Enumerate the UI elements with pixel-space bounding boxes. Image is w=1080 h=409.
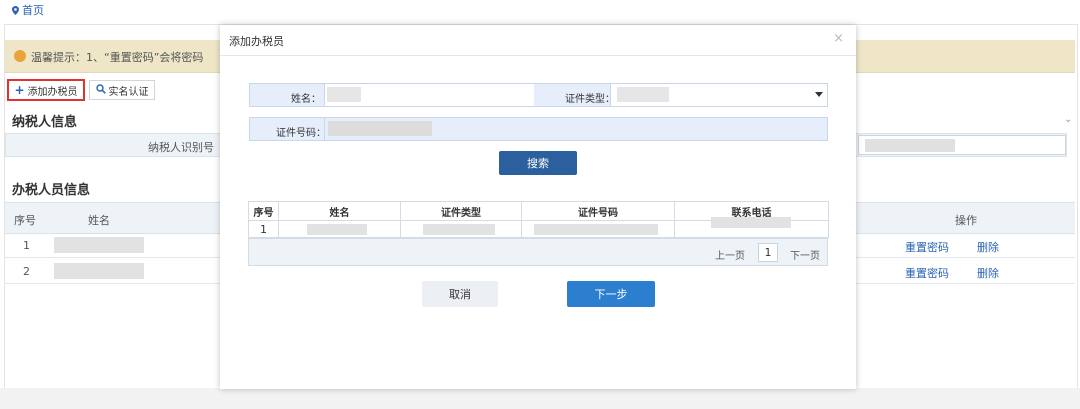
- doc-number-label: 证件号码：: [276, 128, 326, 139]
- search-icon: [95, 83, 106, 97]
- doc-number-row: 证件号码：: [249, 117, 828, 141]
- dialog-title: 添加办税员: [229, 35, 284, 48]
- add-staff-label: 添加办税员: [27, 86, 78, 98]
- dialog-header: 添加办税员 ×: [220, 25, 856, 56]
- col-doc-type: 证件类型: [400, 201, 522, 221]
- redacted-name: [54, 237, 144, 253]
- pagination: 上一页 1 下一页: [248, 238, 828, 266]
- staff-section-title: 办税人员信息: [12, 183, 91, 198]
- current-page[interactable]: 1: [758, 243, 778, 262]
- location-pin-icon: [12, 5, 19, 15]
- name-label: 姓名：: [291, 94, 321, 105]
- col-doc-number: 证件号码: [521, 201, 675, 221]
- real-name-auth-label: 实名认证: [108, 86, 149, 98]
- row-seq: 1: [248, 220, 279, 238]
- add-staff-dialog: 添加办税员 × 姓名： 证件类型： 证件号码： 搜索 序号 姓名 证件类型 证件…: [220, 25, 856, 389]
- close-icon[interactable]: ×: [833, 31, 844, 46]
- warning-icon: [14, 50, 26, 62]
- redacted-name: [54, 263, 144, 279]
- cancel-button[interactable]: 取消: [422, 281, 498, 307]
- next-step-button[interactable]: 下一步: [567, 281, 655, 307]
- redacted-value: [865, 139, 955, 152]
- redacted-value: [534, 224, 658, 235]
- redacted-value: [423, 224, 495, 235]
- reset-password-link[interactable]: 重置密码: [905, 265, 949, 281]
- doc-number-input[interactable]: [324, 118, 827, 140]
- row-name: [278, 220, 401, 238]
- name-input[interactable]: [324, 84, 534, 106]
- col-name: 姓名: [278, 201, 401, 221]
- col-name: 姓名: [88, 214, 110, 227]
- redacted-value: [307, 224, 367, 235]
- caret-down-icon: [815, 88, 823, 101]
- top-bar: 首页: [0, 0, 1080, 22]
- plus-icon: +: [14, 83, 25, 97]
- table-row[interactable]: 1: [248, 217, 829, 238]
- redacted-doc-number: [328, 121, 432, 136]
- prev-page-link[interactable]: 上一页: [715, 247, 745, 262]
- search-button[interactable]: 搜索: [499, 151, 577, 175]
- col-seq: 序号: [14, 214, 36, 227]
- doc-type-label: 证件类型：: [565, 94, 615, 105]
- notice-text: 温馨提示：1、“重置密码”会将密码: [31, 51, 204, 64]
- delete-link[interactable]: 删除: [977, 265, 999, 281]
- row-doc-number: [521, 220, 675, 238]
- delete-link[interactable]: 删除: [977, 239, 999, 255]
- home-link[interactable]: 首页: [12, 2, 44, 18]
- row-doc-type: [400, 220, 522, 238]
- redacted-doc-type: [617, 87, 669, 102]
- row-phone: [674, 217, 829, 238]
- next-page-link[interactable]: 下一页: [790, 247, 820, 262]
- real-name-auth-button[interactable]: 实名认证: [89, 80, 155, 100]
- row-seq: 1: [23, 239, 30, 252]
- add-staff-button[interactable]: + 添加办税员: [7, 79, 85, 101]
- doc-type-select[interactable]: [610, 84, 827, 106]
- bottom-strip: [0, 388, 1080, 409]
- home-label: 首页: [22, 4, 44, 17]
- chevron-down-icon[interactable]: ⌄: [1064, 114, 1072, 125]
- redacted-value: [711, 217, 791, 228]
- redacted-name-value: [327, 87, 361, 102]
- col-seq: 序号: [248, 201, 279, 221]
- name-doctype-row: 姓名： 证件类型：: [249, 83, 828, 107]
- result-table: 序号 姓名 证件类型 证件号码 联系电话 1: [248, 201, 829, 238]
- taxpayer-id-value: [858, 135, 1066, 155]
- row-seq: 2: [23, 265, 30, 278]
- taxpayer-id-label: 纳税人识别号: [148, 141, 214, 154]
- col-ops: 操作: [955, 214, 977, 227]
- taxpayer-section-title: 纳税人信息: [12, 115, 78, 130]
- reset-password-link[interactable]: 重置密码: [905, 239, 949, 255]
